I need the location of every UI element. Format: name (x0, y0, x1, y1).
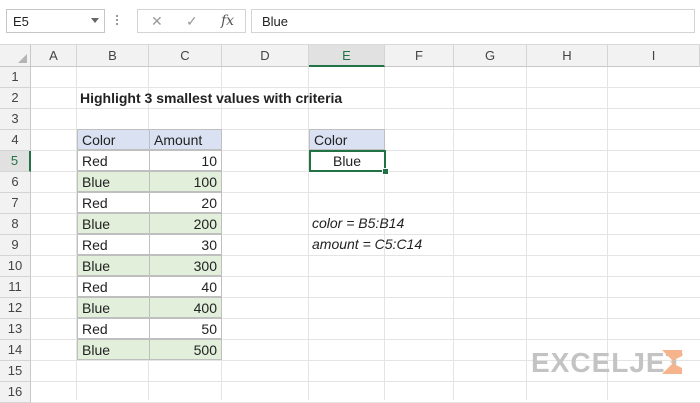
row-header-5[interactable]: 5 (0, 151, 31, 172)
named-range-color[interactable]: color = B5:B14 (312, 215, 404, 231)
chevron-down-icon[interactable] (91, 18, 99, 23)
column-header-e[interactable]: E (309, 45, 385, 67)
table-cell-color[interactable]: Red (77, 150, 150, 171)
name-box[interactable]: E5 (6, 9, 105, 33)
table-cell-amount[interactable]: 10 (149, 150, 222, 171)
row-header-1[interactable]: 1 (0, 67, 31, 88)
table-cell-color[interactable]: Blue (77, 171, 150, 192)
grid-line (308, 67, 309, 400)
formula-bar: E5 ✕ ✓ fx Blue (0, 0, 700, 45)
grid-line (31, 87, 700, 88)
table-cell-amount[interactable]: 500 (149, 339, 222, 360)
table-cell-amount[interactable]: 200 (149, 213, 222, 234)
column-header-b[interactable]: B (77, 45, 149, 67)
table-cell-color[interactable]: Blue (77, 255, 150, 276)
grid-line (384, 67, 385, 400)
criteria-header[interactable]: Color (309, 129, 385, 150)
table-cell-amount[interactable]: 300 (149, 255, 222, 276)
grid-line (31, 108, 700, 109)
named-range-amount[interactable]: amount = C5:C14 (312, 236, 422, 252)
formula-input[interactable]: Blue (251, 9, 695, 33)
active-cell-outline (309, 150, 386, 172)
table-cell-amount[interactable]: 400 (149, 297, 222, 318)
row-header-9[interactable]: 9 (0, 235, 31, 256)
table-cell-amount[interactable]: 30 (149, 234, 222, 255)
table-cell-color[interactable]: Red (77, 318, 150, 339)
row-header-14[interactable]: 14 (0, 340, 31, 361)
column-header-i[interactable]: I (608, 45, 700, 67)
row-header-11[interactable]: 11 (0, 277, 31, 298)
row-header-10[interactable]: 10 (0, 256, 31, 277)
select-all-button[interactable] (0, 45, 31, 67)
drag-handle-icon[interactable] (115, 15, 119, 29)
exceljet-logo: EXCELJET (531, 347, 684, 378)
row-header-6[interactable]: 6 (0, 172, 31, 193)
table-cell-amount[interactable]: 20 (149, 192, 222, 213)
row-header-8[interactable]: 8 (0, 214, 31, 235)
grid-line (526, 67, 527, 400)
grid-line (31, 381, 700, 382)
table-cell-color[interactable]: Blue (77, 339, 150, 360)
table-cell-color[interactable]: Blue (77, 213, 150, 234)
row-header-7[interactable]: 7 (0, 193, 31, 214)
table-cell-amount[interactable]: 50 (149, 318, 222, 339)
sheet-title[interactable]: Highlight 3 smallest values with criteri… (80, 90, 342, 106)
fill-handle[interactable] (382, 168, 389, 175)
table-cell-color[interactable]: Blue (77, 297, 150, 318)
row-header-4[interactable]: 4 (0, 130, 31, 151)
exceljet-logo-icon (662, 350, 682, 374)
table-cell-color[interactable]: Red (77, 234, 150, 255)
row-header-3[interactable]: 3 (0, 109, 31, 130)
column-header-a[interactable]: A (31, 45, 77, 67)
formula-buttons: ✕ ✓ fx (137, 9, 246, 33)
column-header-c[interactable]: C (149, 45, 222, 67)
row-header-13[interactable]: 13 (0, 319, 31, 340)
table-header-color[interactable]: Color (77, 129, 150, 150)
column-header-h[interactable]: H (527, 45, 608, 67)
table-cell-color[interactable]: Red (77, 276, 150, 297)
insert-function-icon[interactable]: fx (221, 13, 234, 29)
grid-line (453, 67, 454, 400)
column-header-g[interactable]: G (454, 45, 527, 67)
table-cell-amount[interactable]: 100 (149, 171, 222, 192)
cancel-icon[interactable]: ✕ (151, 13, 163, 30)
table-header-amount[interactable]: Amount (149, 129, 222, 150)
column-header-f[interactable]: F (385, 45, 454, 67)
formula-text: Blue (262, 14, 289, 29)
table-cell-color[interactable]: Red (77, 192, 150, 213)
row-header-2[interactable]: 2 (0, 88, 31, 109)
table-cell-amount[interactable]: 40 (149, 276, 222, 297)
column-header-d[interactable]: D (222, 45, 309, 67)
name-box-value: E5 (13, 14, 29, 29)
row-header-15[interactable]: 15 (0, 361, 31, 382)
enter-icon[interactable]: ✓ (186, 13, 198, 30)
row-header-12[interactable]: 12 (0, 298, 31, 319)
select-all-icon (18, 54, 27, 63)
